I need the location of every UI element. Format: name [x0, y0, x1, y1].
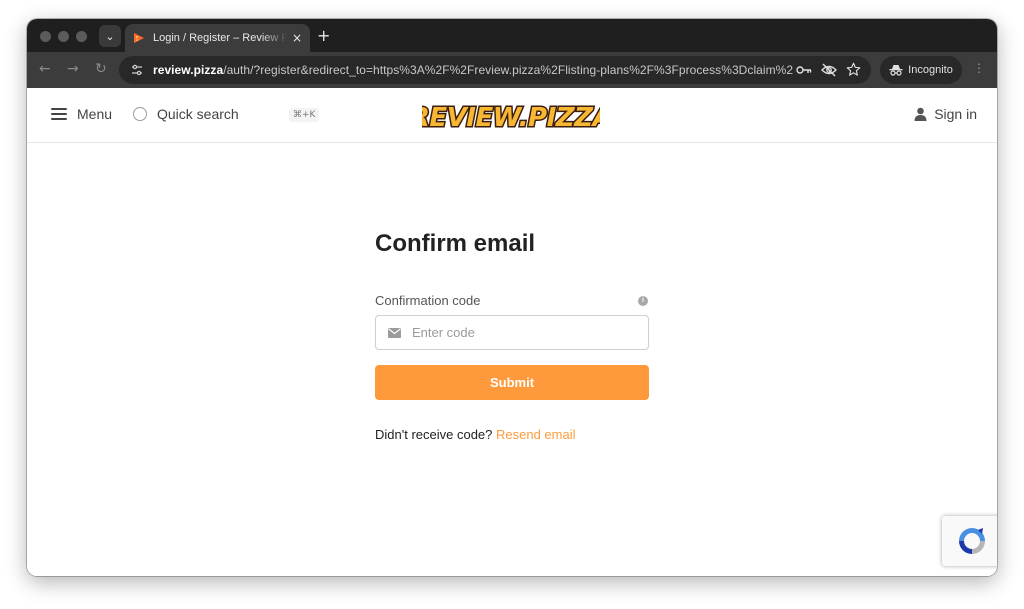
resend-line: Didn't receive code? Resend email	[375, 427, 576, 442]
close-window-button[interactable]	[40, 31, 51, 42]
site-info-icon[interactable]	[129, 62, 145, 78]
new-tab-button[interactable]: +	[317, 26, 330, 45]
url-text: review.pizza/auth/?register&redirect_to=…	[153, 63, 793, 77]
confirmation-code-field[interactable]	[375, 315, 649, 350]
address-bar[interactable]: review.pizza/auth/?register&redirect_to=…	[119, 56, 871, 84]
resend-email-link[interactable]: Resend email	[496, 427, 576, 442]
quick-search-button[interactable]: Quick search	[133, 106, 239, 122]
info-icon[interactable]: i	[638, 296, 648, 306]
url-host: review.pizza	[153, 63, 224, 77]
forward-icon[interactable]: →	[67, 61, 79, 77]
key-icon[interactable]	[796, 64, 812, 76]
site-logo[interactable]: REVIEW.PIZZA	[422, 98, 600, 135]
incognito-indicator[interactable]: Incognito	[880, 56, 962, 84]
incognito-label: Incognito	[908, 64, 953, 76]
logo-text: REVIEW.PIZZA	[422, 103, 600, 133]
hamburger-icon	[51, 108, 67, 120]
sign-in-button[interactable]: Sign in	[914, 106, 977, 122]
quick-search-label: Quick search	[157, 106, 239, 122]
submit-button[interactable]: Submit	[375, 365, 649, 400]
confirmation-code-input[interactable]	[412, 325, 632, 340]
tab-title: Login / Register – Review Pizza	[153, 32, 288, 44]
browser-window: ⌄ Login / Register – Review Pizza × + ← …	[27, 19, 997, 576]
reload-icon[interactable]: ↻	[95, 61, 107, 77]
chevron-down-icon: ⌄	[105, 29, 115, 43]
resend-prompt: Didn't receive code?	[375, 427, 493, 442]
site-header: Menu Quick search ⌘+K REVIEW.PIZZA Sign …	[27, 88, 997, 143]
user-icon	[914, 107, 927, 121]
confirmation-code-label: Confirmation code	[375, 293, 481, 308]
page-title: Confirm email	[375, 230, 536, 257]
star-icon[interactable]	[846, 62, 861, 77]
search-icon	[133, 107, 147, 121]
minimize-window-button[interactable]	[58, 31, 69, 42]
recaptcha-badge[interactable]	[942, 516, 997, 566]
search-shortcut-hint: ⌘+K	[289, 108, 320, 122]
tab-search-button[interactable]: ⌄	[99, 25, 121, 47]
browser-tab[interactable]: Login / Register – Review Pizza ×	[125, 24, 310, 52]
sign-in-label: Sign in	[934, 106, 977, 122]
tab-strip: ⌄ Login / Register – Review Pizza × +	[27, 19, 997, 52]
back-icon[interactable]: ←	[39, 61, 51, 77]
more-menu-icon[interactable]: ⋮	[973, 61, 985, 75]
incognito-icon	[889, 65, 903, 76]
recaptcha-icon	[959, 528, 985, 554]
pizza-favicon-icon	[134, 33, 144, 43]
menu-button[interactable]: Menu	[51, 106, 112, 122]
page-viewport: Menu Quick search ⌘+K REVIEW.PIZZA Sign …	[27, 88, 997, 576]
url-path: /auth/?register&redirect_to=https%3A%2F%…	[223, 63, 793, 77]
envelope-icon	[388, 327, 401, 338]
eye-off-icon[interactable]	[821, 63, 837, 77]
menu-label: Menu	[77, 106, 113, 122]
close-tab-icon[interactable]: ×	[292, 31, 302, 45]
browser-toolbar: ← → ↻ review.pizza/auth/?register&redire…	[27, 52, 997, 88]
maximize-window-button[interactable]	[76, 31, 87, 42]
